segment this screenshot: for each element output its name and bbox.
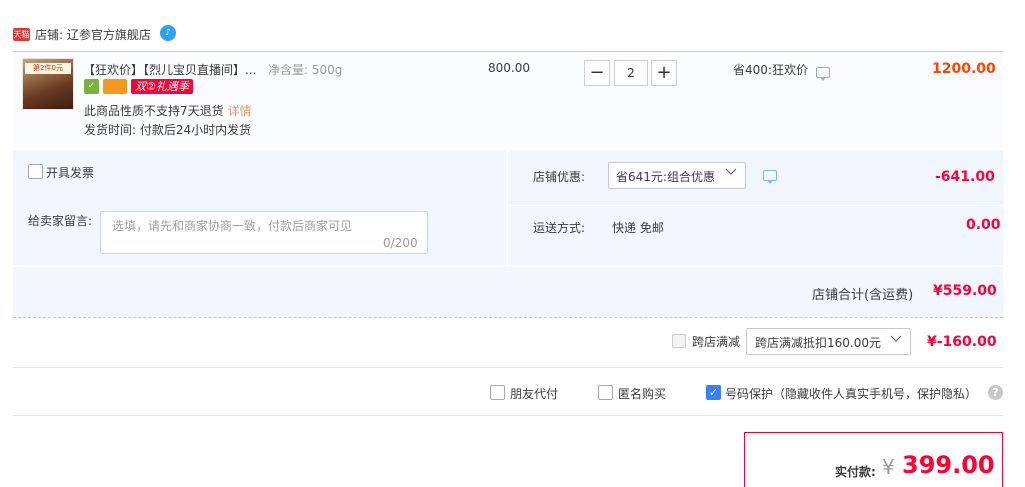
divider — [13, 367, 1003, 368]
guarantee-icon: ✓ — [84, 79, 99, 94]
invoice-checkbox[interactable] — [28, 164, 43, 179]
invoice-label[interactable]: 开具发票 — [46, 164, 94, 181]
shop-subtotal-amount: ¥559.00 — [933, 283, 997, 299]
comment-icon[interactable] — [816, 67, 830, 81]
product-spec: 净含量: 500g — [268, 63, 343, 77]
shop-discount-label: 店铺优惠: — [533, 170, 586, 184]
comment-icon[interactable] — [763, 170, 777, 184]
shop-subtotal-label: 店铺合计(含运费) — [812, 288, 914, 303]
no-return-text: 此商品性质不支持7天退货 — [84, 104, 224, 118]
remark-label: 给卖家留言: — [28, 214, 93, 228]
quantity-decrease-button[interactable]: − — [584, 60, 610, 86]
payment-label: 实付款: — [835, 465, 876, 479]
shipping-label: 运送方式: — [533, 221, 586, 235]
tmall-icon: 天猫 — [13, 28, 30, 41]
remark-placeholder: 选填，请先和商家协商一致，付款后商家可见 — [112, 219, 353, 233]
anonymous-checkbox[interactable] — [598, 385, 613, 400]
item-total: 1200.00 — [932, 61, 996, 77]
chevron-down-icon[interactable] — [725, 166, 737, 178]
shipping-method: 快递 免邮 — [612, 221, 664, 235]
unit-price: 800.00 — [488, 61, 530, 75]
quantity-increase-button[interactable]: + — [651, 60, 677, 86]
cross-store-checkbox[interactable] — [672, 334, 686, 348]
ship-time: 发货时间: 付款后24小时内发货 — [84, 123, 252, 137]
shop-name[interactable]: 店铺: 辽参官方旗舰店 — [35, 26, 151, 43]
card-payment-icon — [103, 79, 127, 94]
anonymous-label[interactable]: 匿名购买 — [618, 385, 666, 402]
wangwang-chat-icon[interactable]: ♪ — [160, 25, 176, 41]
friend-pay-label[interactable]: 朋友代付 — [510, 385, 558, 402]
shipping-amount: 0.00 — [966, 217, 1001, 233]
service-icons: ✓ 双②礼遇季 — [84, 79, 193, 95]
payment-amount: 399.00 — [902, 451, 995, 479]
privacy-label[interactable]: 号码保护（隐藏收件人真实手机号，保护隐私） — [725, 385, 977, 402]
chevron-down-icon[interactable] — [890, 333, 902, 345]
quantity-input[interactable]: 2 — [614, 60, 648, 86]
shop-discount-amount: -641.00 — [935, 169, 995, 185]
promo-badge: 双②礼遇季 — [131, 79, 193, 94]
cross-store-selected: 跨店满减抵扣160.00元 — [755, 336, 881, 350]
item-discount-text: 省400:狂欢价 — [733, 63, 808, 77]
panel-divider — [508, 205, 1003, 206]
divider — [13, 415, 1003, 416]
cross-store-label: 跨店满减 — [692, 335, 741, 349]
product-thumbnail[interactable]: 第2件0元 — [22, 58, 74, 110]
product-title[interactable]: 【狂欢价】【烈儿宝贝直播间】... — [83, 61, 268, 78]
help-icon[interactable]: ? — [988, 385, 1003, 400]
friend-pay-checkbox[interactable] — [490, 385, 505, 400]
privacy-checkbox[interactable]: ✓ — [706, 385, 721, 400]
thumb-promo-tag: 第2件0元 — [25, 63, 71, 74]
shop-discount-selected: 省641元:组合优惠 — [616, 170, 715, 184]
remark-char-count: 0/200 — [383, 236, 418, 250]
cross-store-amount: ¥-160.00 — [927, 334, 997, 350]
details-link[interactable]: 详情 — [228, 104, 252, 118]
payment-currency: ¥ — [882, 455, 895, 479]
no-return-notice: 此商品性质不支持7天退货 详情 — [84, 102, 252, 119]
